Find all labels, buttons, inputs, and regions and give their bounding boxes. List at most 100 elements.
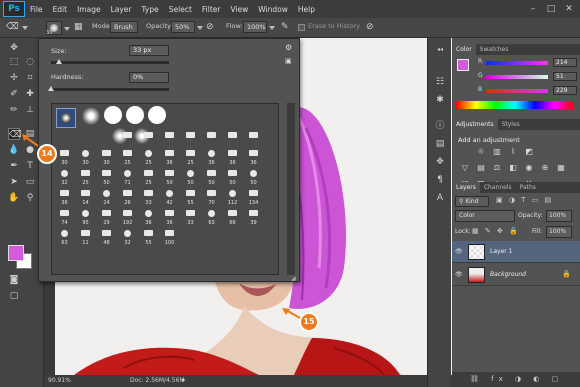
brush-preset[interactable]: 50 <box>161 168 178 186</box>
brush-panel-icon[interactable]: ▤ <box>434 138 446 150</box>
channel-b-slider[interactable] <box>486 89 548 93</box>
eye-icon[interactable]: 👁 <box>455 248 463 255</box>
exposure-icon[interactable]: ◩ <box>524 147 534 157</box>
channel-r-slider[interactable] <box>486 61 548 65</box>
pen-tool-icon[interactable]: ✒ <box>8 160 20 172</box>
pressure-size-icon[interactable]: ⊘ <box>366 22 374 32</box>
brush-preset[interactable]: 63 <box>203 208 220 226</box>
preset-hard-round-xl[interactable] <box>148 106 166 124</box>
brush-preset[interactable]: 26 <box>119 188 136 206</box>
crop-tool-icon[interactable]: ⌗ <box>24 72 36 84</box>
status-arrow-icon[interactable]: ▸ <box>182 376 186 384</box>
brush-preset[interactable]: 32 <box>119 228 136 246</box>
menu-image[interactable]: Image <box>72 5 106 14</box>
brush-preset[interactable]: 55 <box>182 188 199 206</box>
marquee-tool-icon[interactable]: ⬚ <box>8 56 20 68</box>
history-panel-icon[interactable]: ☷ <box>434 76 446 88</box>
lasso-tool-icon[interactable]: ◌ <box>24 56 36 68</box>
zoom-tool-icon[interactable]: ⚲ <box>24 192 36 204</box>
preset-hard-round-large[interactable] <box>126 106 144 124</box>
type-tool-icon[interactable]: T <box>24 160 36 172</box>
path-select-tool-icon[interactable]: ➤ <box>8 176 20 188</box>
channel-b[interactable]: B 229 <box>478 86 577 96</box>
tab-paths[interactable]: Paths <box>516 182 540 193</box>
channel-b-value[interactable]: 229 <box>553 86 577 95</box>
brush-preset[interactable]: 36 <box>224 148 241 166</box>
brush-preset[interactable]: 50 <box>203 168 220 186</box>
gear-icon[interactable]: ⚙ <box>285 43 292 52</box>
brush-preset[interactable]: 192 <box>119 208 136 226</box>
brush-preset[interactable]: 66 <box>224 208 241 226</box>
levels-icon[interactable]: ▥ <box>492 147 502 157</box>
brush-preset[interactable] <box>182 130 199 147</box>
brush-preset[interactable]: 36 <box>56 188 73 206</box>
pressure-opacity-icon[interactable]: ⊘ <box>206 22 214 32</box>
properties-panel-icon[interactable]: ✱ <box>434 94 446 106</box>
brush-preset[interactable]: 29 <box>98 208 115 226</box>
channel-g[interactable]: G 51 <box>478 72 577 82</box>
color-balance-icon[interactable]: ⚖ <box>492 163 502 173</box>
brush-picker-chevron-icon[interactable] <box>64 27 70 33</box>
brush-panel-toggle-icon[interactable]: ▦ <box>74 22 83 32</box>
brush-preset[interactable]: 100 <box>161 228 178 246</box>
brush-preset[interactable]: 25 <box>77 168 94 186</box>
menu-view[interactable]: View <box>225 5 253 14</box>
size-slider[interactable] <box>51 61 169 64</box>
color-spectrum[interactable] <box>456 101 574 109</box>
tab-channels[interactable]: Channels <box>480 182 516 193</box>
screen-mode-icon[interactable]: ▢ <box>8 290 20 302</box>
photo-filter-icon[interactable]: ◉ <box>524 163 534 173</box>
flow-chevron-icon[interactable] <box>269 26 275 32</box>
tab-adjustments[interactable]: Adjustments <box>452 119 498 130</box>
brush-preset[interactable]: 32 <box>56 168 73 186</box>
brush-preset[interactable]: 14 <box>77 188 94 206</box>
new-preset-icon[interactable]: ▣ <box>285 57 292 65</box>
brush-preset[interactable]: 36 <box>161 148 178 166</box>
menu-window[interactable]: Window <box>253 5 293 14</box>
brush-preset[interactable]: 24 <box>98 188 115 206</box>
zoom-level[interactable]: 90.91% <box>48 377 71 384</box>
brightness-icon[interactable]: ☼ <box>476 147 486 157</box>
tool-preset-chevron-icon[interactable] <box>22 26 28 32</box>
hardness-slider[interactable] <box>51 88 169 91</box>
hardness-field[interactable]: 0% <box>129 72 169 83</box>
menu-file[interactable]: File <box>25 5 48 14</box>
brush-preset[interactable]: 55 <box>140 228 157 246</box>
layer-filter-select[interactable]: ⚲ Kind <box>455 196 489 207</box>
preset-soft-small-selected[interactable] <box>56 108 76 128</box>
preset-hard-round[interactable] <box>104 106 122 124</box>
clone-source-icon[interactable]: ✥ <box>434 156 446 168</box>
layer-row-layer1[interactable]: 👁 Layer 1 <box>452 241 580 263</box>
layer-filter-icons[interactable]: ▣ ◑ T ▭ ▤ <box>496 196 553 204</box>
brush-preset[interactable]: 33 <box>140 188 157 206</box>
hand-tool-icon[interactable]: ✋ <box>8 192 20 204</box>
opacity-chevron-icon[interactable] <box>197 26 203 32</box>
brush-preset[interactable] <box>140 130 157 147</box>
brush-tool-icon[interactable]: ✏ <box>8 104 20 116</box>
brush-preset[interactable]: 50 <box>98 168 115 186</box>
mode-select[interactable]: Brush <box>110 21 138 33</box>
quick-mask-icon[interactable]: ◙ <box>8 274 20 286</box>
size-field[interactable]: 33 px <box>129 45 169 56</box>
eraser-tool-icon[interactable]: ⌫ <box>8 128 22 140</box>
paragraph-panel-icon[interactable]: ¶ <box>434 174 446 186</box>
brush-preset[interactable]: 50 <box>245 168 262 186</box>
color-lookup-icon[interactable]: ▦ <box>556 163 566 173</box>
healing-tool-icon[interactable]: ✚ <box>24 88 36 100</box>
channel-r[interactable]: R 214 <box>478 58 577 68</box>
menu-help[interactable]: Help <box>293 5 320 14</box>
layer-opacity-field[interactable]: 100% <box>546 210 572 222</box>
tab-layers[interactable]: Layers <box>452 182 480 193</box>
close-button[interactable]: ✕ <box>563 3 575 15</box>
brush-preset[interactable]: 30 <box>98 148 115 166</box>
preset-soft-round[interactable] <box>82 107 100 125</box>
blend-mode-select[interactable]: Color <box>455 210 515 222</box>
channel-g-value[interactable]: 51 <box>553 72 577 81</box>
brush-preset[interactable] <box>245 130 262 147</box>
size-slider-thumb[interactable] <box>56 59 63 64</box>
brush-preset[interactable]: 95 <box>77 208 94 226</box>
brush-preset[interactable]: 48 <box>98 228 115 246</box>
layer-name[interactable]: Layer 1 <box>490 248 512 255</box>
brush-preset[interactable]: 71 <box>119 168 136 186</box>
fill-field[interactable]: 100% <box>546 226 572 238</box>
